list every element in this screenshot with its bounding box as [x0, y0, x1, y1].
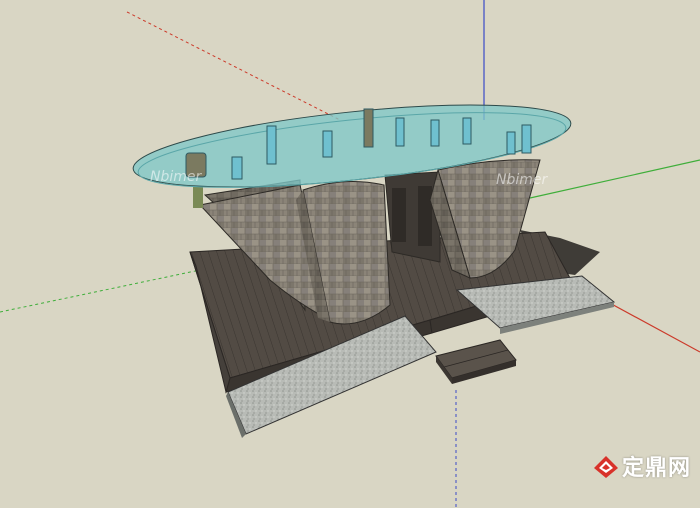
- site-watermark: 定鼎网: [622, 456, 692, 481]
- scene-watermark-right: Nbimer: [496, 172, 548, 188]
- scene-watermark-left: Nbimer: [150, 169, 202, 185]
- wood-steps: [435, 339, 517, 384]
- dingding-logo-icon: [594, 456, 618, 478]
- scene-canvas: [0, 0, 700, 508]
- model-viewport[interactable]: Nbimer Nbimer 定鼎网: [0, 0, 700, 508]
